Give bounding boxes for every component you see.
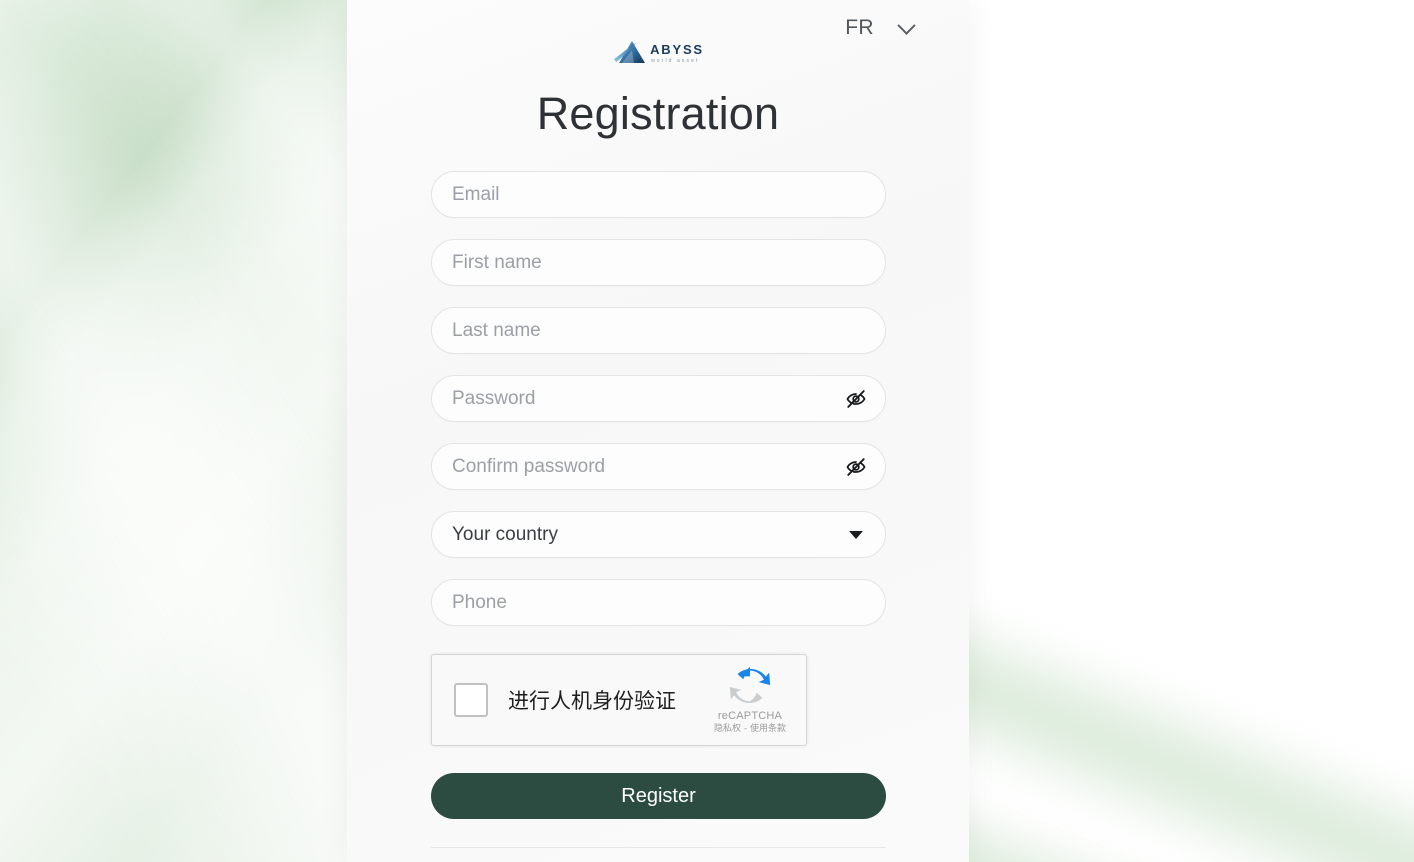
confirm-password-field[interactable] (431, 443, 886, 490)
language-selector[interactable]: FR (845, 15, 916, 40)
recaptcha-refresh-icon (729, 666, 771, 704)
recaptcha-branding: reCAPTCHA 隐私权 - 使用条款 (704, 663, 796, 736)
abyss-triangle-logo-icon (614, 41, 646, 63)
first-name-input[interactable] (452, 251, 865, 274)
caret-down-icon (849, 530, 863, 539)
page-title: Registration (536, 88, 780, 139)
recaptcha-link-separator: - (741, 724, 750, 735)
logo-wordmark: ABYSS (650, 41, 704, 57)
checkbox-unchecked-icon[interactable] (454, 683, 488, 717)
country-select-value: Your country (452, 523, 558, 545)
eye-off-icon (846, 389, 866, 408)
recaptcha-privacy-link[interactable]: 隐私权 (714, 724, 741, 734)
background-band-green-2 (968, 470, 1414, 862)
form-divider (431, 847, 886, 848)
eye-off-icon (846, 457, 866, 476)
background-left-gradient (0, 0, 1301, 862)
chevron-down-icon (897, 15, 916, 35)
registration-form: Your country 进行人机身份验证 reCAPTCHA 隐私权 - 使用… (431, 171, 886, 862)
email-field[interactable] (431, 171, 886, 218)
logo-group: ABYSS world asset (612, 38, 704, 68)
recaptcha-links: 隐私权 - 使用条款 (704, 724, 796, 736)
registration-card: FR ABYSS world asset Registration Email … (347, 0, 969, 862)
register-button[interactable]: Register (431, 773, 886, 819)
recaptcha-terms-link[interactable]: 使用条款 (750, 724, 786, 734)
logo-text-group: ABYSS world asset (650, 43, 704, 64)
recaptcha-label: 进行人机身份验证 (508, 689, 676, 713)
country-select[interactable]: Your country (431, 511, 886, 558)
recaptcha-widget[interactable]: 进行人机身份验证 reCAPTCHA 隐私权 - 使用条款 (431, 654, 807, 746)
recaptcha-brand-name: reCAPTCHA (717, 710, 783, 722)
brand-logo: ABYSS world asset (347, 38, 969, 68)
confirm-password-visibility-toggle[interactable] (845, 456, 867, 478)
email-input[interactable] (452, 183, 865, 206)
first-name-field[interactable] (431, 239, 886, 286)
last-name-field[interactable] (431, 307, 886, 354)
phone-input[interactable] (452, 591, 865, 614)
language-code-label: FR (845, 16, 874, 39)
password-visibility-toggle[interactable] (845, 388, 867, 410)
password-input[interactable] (452, 387, 833, 410)
phone-field[interactable] (431, 579, 886, 626)
confirm-password-input[interactable] (452, 455, 833, 478)
background-right-gradient (968, 0, 1414, 862)
logo-tagline: world asset (651, 57, 700, 64)
password-field[interactable] (431, 375, 886, 422)
last-name-input[interactable] (452, 319, 865, 342)
